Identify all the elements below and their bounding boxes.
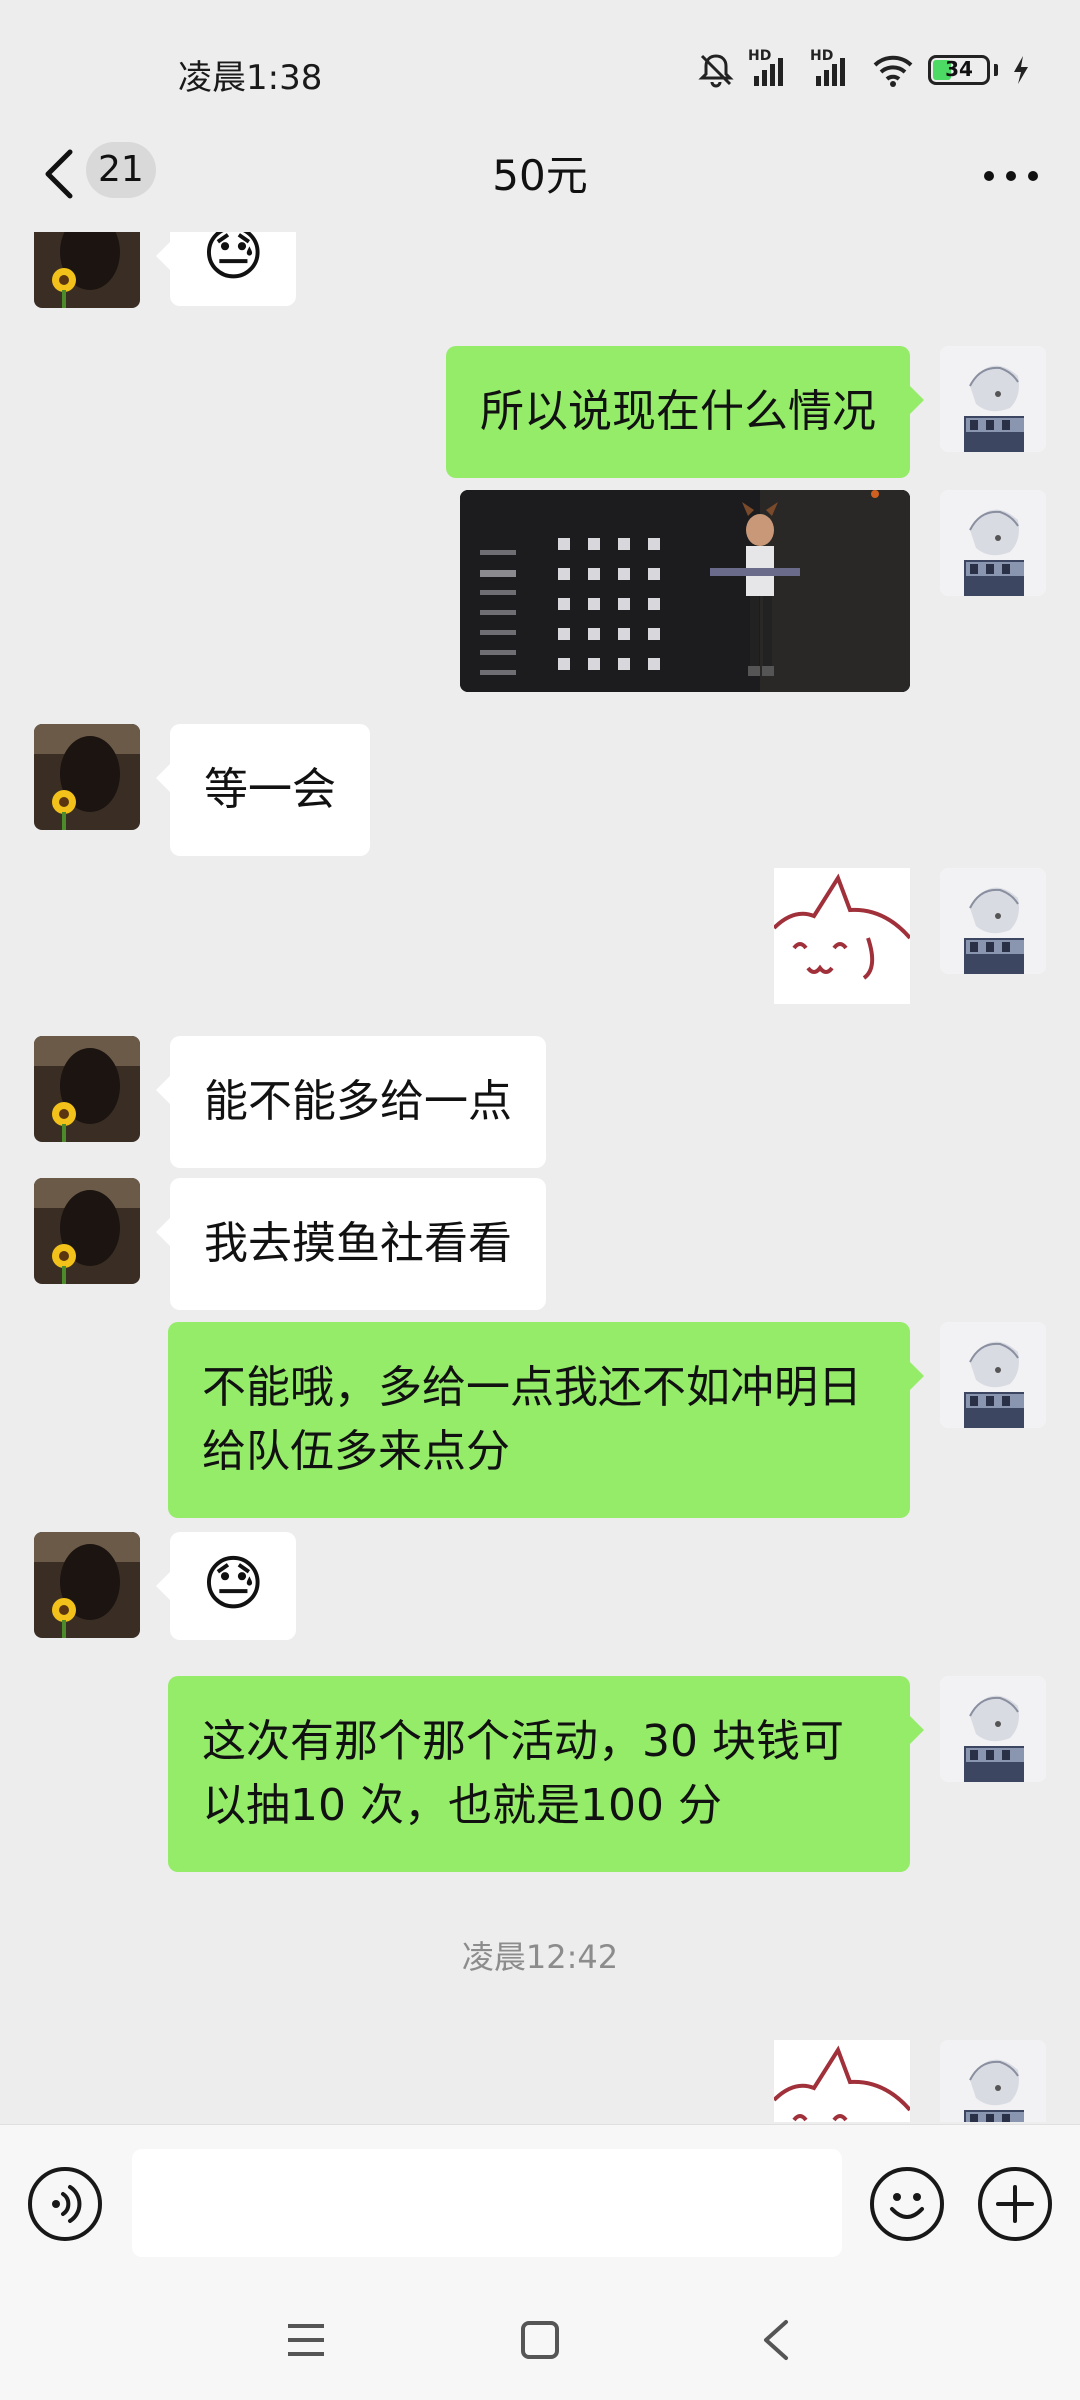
system-nav-bar — [0, 2280, 1080, 2400]
message-text-line: 以抽10 次，也就是100 分 — [202, 1780, 722, 1831]
sweat-smile-emoji: 😓 — [202, 1549, 265, 1619]
battery-icon: 34 — [928, 55, 990, 85]
user-avatar[interactable] — [940, 868, 1046, 974]
contact-avatar[interactable] — [34, 724, 140, 830]
status-icons: HD HD 34 — [698, 48, 1030, 88]
message-text: 等一会 — [204, 764, 336, 815]
message-list[interactable]: 😓 所以说现在什么情况 等一会 能不能多给一点 我去摸鱼社看看 不能哦，多给一点… — [0, 232, 1080, 2122]
emoji-icon — [890, 2193, 924, 2219]
home-icon[interactable] — [520, 2320, 560, 2360]
message-text-line: 不能哦，多给一点我还不如冲明日 — [202, 1362, 862, 1413]
user-avatar[interactable] — [940, 490, 1046, 596]
user-avatar[interactable] — [940, 1676, 1046, 1782]
more-icon[interactable] — [976, 156, 1046, 196]
mute-icon — [698, 54, 734, 88]
message-text: 所以说现在什么情况 — [480, 386, 876, 437]
contact-avatar[interactable] — [34, 1036, 140, 1142]
battery-tip — [994, 64, 998, 76]
message-bubble-incoming[interactable]: 😓 — [156, 1532, 296, 1640]
plus-icon — [996, 2185, 1034, 2223]
message-bubble-incoming[interactable]: 能不能多给一点 — [156, 1036, 546, 1168]
message-text-line: 这次有那个那个活动，30 块钱可 — [202, 1716, 844, 1767]
message-bubble-outgoing[interactable]: 这次有那个那个活动，30 块钱可 以抽10 次，也就是100 分 — [168, 1676, 924, 1872]
message-text: 能不能多给一点 — [204, 1076, 512, 1127]
voice-input-button[interactable] — [28, 2167, 102, 2241]
message-bubble-incoming[interactable]: 😓 — [156, 232, 296, 306]
message-bubble-incoming[interactable]: 等一会 — [156, 724, 370, 856]
sweat-smile-emoji: 😓 — [202, 232, 265, 289]
contact-avatar[interactable] — [34, 1178, 140, 1284]
user-avatar[interactable] — [940, 1322, 1046, 1428]
cat-sticker-image — [774, 873, 910, 980]
back-nav-icon[interactable] — [756, 2318, 796, 2362]
cat-sticker-image — [774, 2045, 910, 2122]
signal-icon-2: HD — [810, 48, 858, 86]
menu-icon[interactable] — [286, 2320, 326, 2360]
sticker-message[interactable] — [774, 868, 910, 1004]
wifi-icon — [873, 55, 913, 87]
contact-avatar[interactable] — [34, 1532, 140, 1638]
input-bar — [0, 2124, 1080, 2280]
message-input[interactable] — [132, 2149, 842, 2257]
image-message[interactable] — [460, 490, 910, 692]
contact-avatar[interactable] — [34, 232, 140, 308]
more-actions-button[interactable] — [978, 2167, 1052, 2241]
message-bubble-outgoing[interactable]: 所以说现在什么情况 — [446, 346, 924, 478]
message-bubble-incoming[interactable]: 我去摸鱼社看看 — [156, 1178, 546, 1310]
message-text-line: 给队伍多来点分 — [202, 1426, 510, 1477]
game-screenshot-image — [460, 490, 910, 692]
signal-icon-1: HD — [748, 48, 796, 86]
status-time: 凌晨1:38 — [178, 58, 323, 98]
emoji-button[interactable] — [870, 2167, 944, 2241]
chat-title: 50元 — [492, 151, 588, 200]
user-avatar[interactable] — [940, 2040, 1046, 2122]
chat-header: 21 50元 — [0, 120, 1080, 230]
status-bar: 凌晨1:38 HD HD 34 — [0, 0, 1080, 140]
charging-icon — [1014, 56, 1028, 84]
sticker-message[interactable] — [774, 2040, 910, 2122]
message-text: 我去摸鱼社看看 — [204, 1218, 512, 1269]
time-divider: 凌晨12:42 — [461, 1938, 619, 1976]
message-bubble-outgoing[interactable]: 不能哦，多给一点我还不如冲明日 给队伍多来点分 — [168, 1322, 924, 1518]
voice-icon — [52, 2185, 82, 2223]
user-avatar[interactable] — [940, 346, 1046, 452]
